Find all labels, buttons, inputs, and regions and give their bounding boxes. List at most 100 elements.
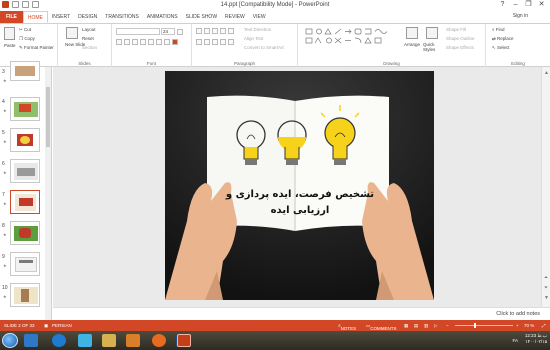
language-tray[interactable]: FA xyxy=(512,338,518,343)
shape-effects-button[interactable]: Shape Effects xyxy=(446,45,474,50)
slide-thumbnail[interactable] xyxy=(10,97,40,121)
line-spacing-icon[interactable] xyxy=(228,28,234,34)
tab-view[interactable]: VIEW xyxy=(249,11,270,23)
thumbnail-row[interactable]: 8 ★ xyxy=(0,221,44,247)
reset-button[interactable]: Reset xyxy=(82,36,94,41)
zoom-slider[interactable] xyxy=(455,325,513,326)
notes-pane[interactable]: Click to add notes xyxy=(53,307,550,320)
tab-design[interactable]: DESIGN xyxy=(74,11,101,23)
clock[interactable]: 12:23 ب.ظ ۱۴۰۰/۰۲/۱۵ xyxy=(525,333,547,345)
restore-button[interactable]: ❐ xyxy=(522,0,535,10)
slide-thumbnail[interactable] xyxy=(10,283,40,307)
internet-explorer-icon[interactable] xyxy=(52,334,66,347)
tab-transitions[interactable]: TRANSITIONS xyxy=(101,11,143,23)
previous-slide-icon[interactable]: ⏶ xyxy=(544,275,548,281)
quick-styles-button[interactable]: Quick Styles xyxy=(423,42,443,52)
slide-thumbnail[interactable] xyxy=(10,128,40,152)
start-button[interactable] xyxy=(2,333,18,348)
font-name-dropdown[interactable] xyxy=(116,28,160,35)
section-button[interactable]: Section xyxy=(82,45,97,50)
thumbnail-row[interactable]: 5 ★ xyxy=(0,128,44,154)
replace-button[interactable]: ⇄ Replace xyxy=(492,36,514,42)
slide-thumbnail[interactable] xyxy=(10,159,40,183)
tab-home[interactable]: HOME xyxy=(22,11,48,23)
decrease-indent-icon[interactable] xyxy=(212,28,218,34)
font-size-dropdown[interactable]: 24 xyxy=(161,28,175,35)
sign-in-link[interactable]: Sign in xyxy=(513,13,528,19)
bold-icon[interactable] xyxy=(116,39,122,45)
notes-toggle[interactable]: ≡ NOTES xyxy=(338,323,356,331)
arrange-button[interactable]: Arrange xyxy=(404,42,420,47)
scroll-down-icon[interactable]: ▼ xyxy=(544,295,549,301)
notes-placeholder[interactable]: Click to add notes xyxy=(496,311,540,317)
align-center-icon[interactable] xyxy=(204,39,210,45)
arrange-icon[interactable] xyxy=(406,27,418,39)
shapes-gallery[interactable] xyxy=(304,27,400,53)
slide-thumbnail-selected[interactable] xyxy=(10,190,40,214)
zoom-slider-thumb[interactable] xyxy=(474,323,477,328)
slide-thumbnail[interactable] xyxy=(10,221,40,245)
thumbnail-row[interactable]: 4 ★ xyxy=(0,97,44,123)
thumbnail-row[interactable]: 10 ★ xyxy=(0,283,44,309)
numbering-icon[interactable] xyxy=(204,28,210,34)
editor-scrollbar[interactable]: ▲ ⏶ ⏷ ▼ xyxy=(541,67,550,307)
paste-button[interactable]: Paste xyxy=(4,43,16,48)
help-button[interactable]: ? xyxy=(496,0,509,10)
bullets-icon[interactable] xyxy=(196,28,202,34)
zoom-out-icon[interactable]: − xyxy=(446,323,449,328)
layout-button[interactable]: Layout xyxy=(82,27,96,32)
tab-file[interactable]: FILE xyxy=(0,11,23,23)
tab-insert[interactable]: INSERT xyxy=(48,11,74,23)
thumbnail-row[interactable]: 6 ★ xyxy=(0,159,44,185)
cut-button[interactable]: ✂ Cut xyxy=(19,27,31,33)
convert-smartart-button[interactable]: Convert to SmartArt xyxy=(244,45,284,50)
paste-icon[interactable] xyxy=(4,27,15,40)
tab-review[interactable]: REVIEW xyxy=(221,11,249,23)
justify-icon[interactable] xyxy=(220,39,226,45)
scrollbar-thumb[interactable] xyxy=(46,87,50,147)
align-right-icon[interactable] xyxy=(212,39,218,45)
underline-icon[interactable] xyxy=(132,39,138,45)
char-spacing-icon[interactable] xyxy=(156,39,162,45)
zoom-in-icon[interactable]: + xyxy=(516,323,519,328)
slide-thumbnail[interactable] xyxy=(10,61,40,81)
tab-animations[interactable]: ANIMATIONS xyxy=(143,11,182,23)
normal-view-icon[interactable]: ▦ xyxy=(404,323,408,329)
increase-indent-icon[interactable] xyxy=(220,28,226,34)
thumbnail-row[interactable]: 7 ★ xyxy=(0,190,44,216)
slide-canvas[interactable]: تشخیص فرصت، ایده پردازی و ارزیابی ایده xyxy=(165,71,434,300)
slide-sorter-icon[interactable]: ▤ xyxy=(414,323,418,329)
next-slide-icon[interactable]: ⏷ xyxy=(544,285,548,291)
reading-view-icon[interactable]: ▥ xyxy=(424,323,428,329)
copy-button[interactable]: ❐ Copy xyxy=(19,36,35,42)
align-text-button[interactable]: Align Text xyxy=(244,36,263,41)
thumbnail-row[interactable]: 9 ★ xyxy=(0,252,44,278)
file-explorer-icon[interactable] xyxy=(102,334,116,347)
slide-title-line-1[interactable]: تشخیص فرصت، ایده پردازی و xyxy=(195,189,405,200)
shape-outline-button[interactable]: Shape Outline xyxy=(446,36,475,41)
font-color-icon[interactable] xyxy=(172,39,178,45)
slide-title-line-2[interactable]: ارزیابی ایده xyxy=(195,205,405,216)
change-case-icon[interactable] xyxy=(164,39,170,45)
language-indicator[interactable]: PERSIAN xyxy=(52,323,72,328)
spelling-icon[interactable]: ▣ xyxy=(44,323,48,329)
telegram-icon[interactable] xyxy=(24,334,38,347)
minimize-button[interactable]: – xyxy=(509,0,522,10)
shape-fill-button[interactable]: Shape Fill xyxy=(446,27,466,32)
comments-toggle[interactable]: ▭ COMMENTS xyxy=(366,323,397,331)
format-painter-button[interactable]: ✎ Format Painter xyxy=(19,45,54,51)
vlc-icon[interactable] xyxy=(126,334,140,347)
select-button[interactable]: ↖ Select xyxy=(492,45,510,51)
scroll-up-icon[interactable]: ▲ xyxy=(544,70,549,76)
new-slide-icon[interactable] xyxy=(66,27,78,39)
thumbnail-row[interactable]: 3 ★ xyxy=(0,61,44,93)
firefox-icon[interactable] xyxy=(152,334,166,347)
columns-icon[interactable] xyxy=(228,39,234,45)
thumbnail-scrollbar[interactable] xyxy=(45,67,51,320)
fit-slide-icon[interactable]: ⤢ xyxy=(542,323,546,328)
italic-icon[interactable] xyxy=(124,39,130,45)
shadow-icon[interactable] xyxy=(140,39,146,45)
quick-styles-icon[interactable] xyxy=(426,27,438,39)
slide-thumbnail[interactable] xyxy=(10,252,40,276)
powerpoint-taskbar-icon[interactable] xyxy=(177,334,191,347)
